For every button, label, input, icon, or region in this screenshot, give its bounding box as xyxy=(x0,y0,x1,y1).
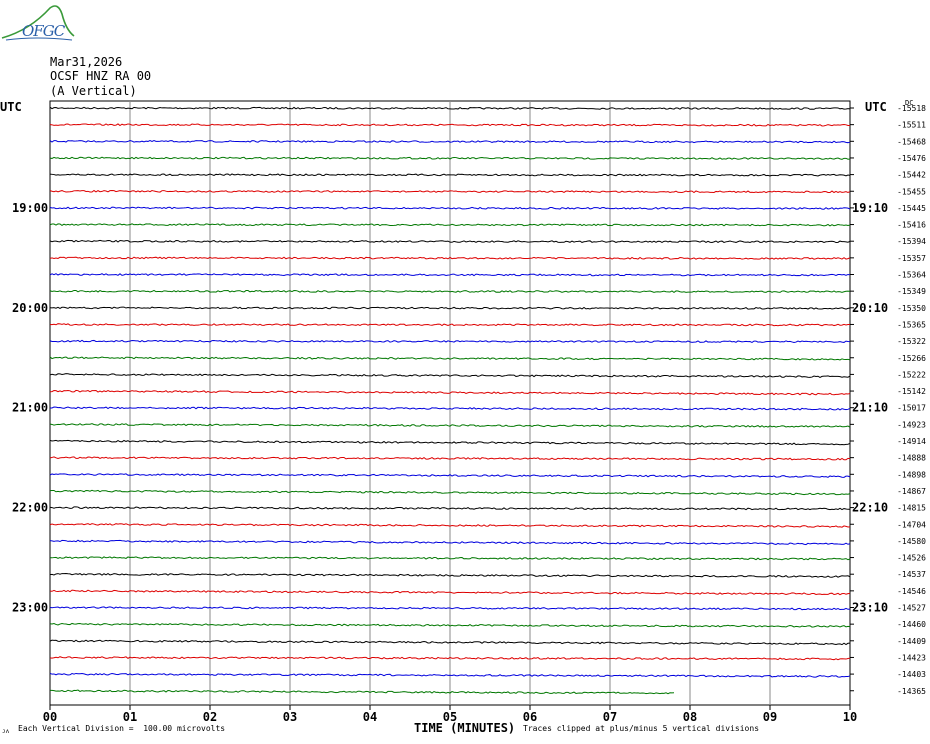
dc-offset-label: -14537 xyxy=(897,570,926,579)
vertical-division-note: Each Vertical Division = 100.00 microvol… xyxy=(18,724,226,733)
left-axis-label: UTC xyxy=(0,100,22,114)
x-tick-label: 01 xyxy=(123,710,137,724)
dc-offset-label: -14527 xyxy=(897,604,926,613)
dc-offset-label: -14898 xyxy=(897,470,926,479)
dc-offset-label: -15349 xyxy=(897,287,926,296)
left-time-label: 22:00 xyxy=(12,501,48,515)
right-time-label: 23:10 xyxy=(852,601,888,615)
right-time-label: 19:10 xyxy=(852,201,888,215)
dc-offset-label: -15322 xyxy=(897,337,926,346)
x-tick-label: 03 xyxy=(283,710,297,724)
left-time-label: 23:00 xyxy=(12,601,48,615)
right-time-label: 22:10 xyxy=(852,501,888,515)
dc-offset-label: -14423 xyxy=(897,653,926,662)
x-tick-label: 02 xyxy=(203,710,217,724)
x-tick-label: 08 xyxy=(683,710,697,724)
dc-offset-label: -14546 xyxy=(897,587,926,596)
right-time-label: 21:10 xyxy=(852,401,888,415)
dc-offset-label: -14409 xyxy=(897,637,926,646)
dc-offset-label: -15455 xyxy=(897,187,926,196)
x-axis-label: TIME (MINUTES) xyxy=(414,721,516,735)
right-axis-label: UTC xyxy=(865,100,887,114)
left-time-label: 21:00 xyxy=(12,401,48,415)
dc-offset-label: -14365 xyxy=(897,687,926,696)
dc-offset-label: -14888 xyxy=(897,454,926,463)
dc-offset-label: -15142 xyxy=(897,387,926,396)
x-tick-label: 10 xyxy=(843,710,857,724)
dc-offset-label: -15266 xyxy=(897,354,926,363)
dc-offset-label: -14460 xyxy=(897,620,926,629)
x-tick-label: 09 xyxy=(763,710,777,724)
dc-offset-label: -14815 xyxy=(897,504,926,513)
dc-offset-label: -15476 xyxy=(897,154,926,163)
left-time-label: 19:00 xyxy=(12,201,48,215)
x-tick-label: 04 xyxy=(363,710,377,724)
dc-offset-label: -14867 xyxy=(897,487,926,496)
dc-offset-label: -14704 xyxy=(897,520,926,529)
dc-offset-label: -15468 xyxy=(897,137,926,146)
dc-offset-label: -15350 xyxy=(897,304,926,313)
dc-offset-label: -15442 xyxy=(897,171,926,180)
dc-offset-label: -14403 xyxy=(897,670,926,679)
dc-offset-label: -15416 xyxy=(897,221,926,230)
x-tick-label: 00 xyxy=(43,710,57,724)
dc-offset-label: -15222 xyxy=(897,370,926,379)
dc-offset-label: -15357 xyxy=(897,254,926,263)
seismic-trace xyxy=(49,689,675,695)
dc-offset-label: -15365 xyxy=(897,320,926,329)
corner-mark: ᴊᴧ xyxy=(2,728,10,735)
x-tick-label: 06 xyxy=(523,710,537,724)
right-time-label: 20:10 xyxy=(852,301,888,315)
dc-offset-label: -15394 xyxy=(897,237,926,246)
dc-offset-label: -15511 xyxy=(897,121,926,130)
x-tick-label: 07 xyxy=(603,710,617,724)
dc-offset-label: -15445 xyxy=(897,204,926,213)
dc-offset-label: -15364 xyxy=(897,271,926,280)
dc-offset-label: -14526 xyxy=(897,554,926,563)
helicorder-plot: 00 01 02 03 04 05 06 07 08 09 10UTC UTC DC-15518-155… xyxy=(0,99,926,724)
dc-offset-label: -14914 xyxy=(897,437,926,446)
dc-offset-label: -14580 xyxy=(897,537,926,546)
dc-offset-label: -15518 xyxy=(897,104,926,113)
dc-offset-label: -15017 xyxy=(897,404,926,413)
dc-offset-label: -14923 xyxy=(897,420,926,429)
clip-note: Traces clipped at plus/minus 5 vertical … xyxy=(523,724,760,733)
left-time-label: 20:00 xyxy=(12,301,48,315)
